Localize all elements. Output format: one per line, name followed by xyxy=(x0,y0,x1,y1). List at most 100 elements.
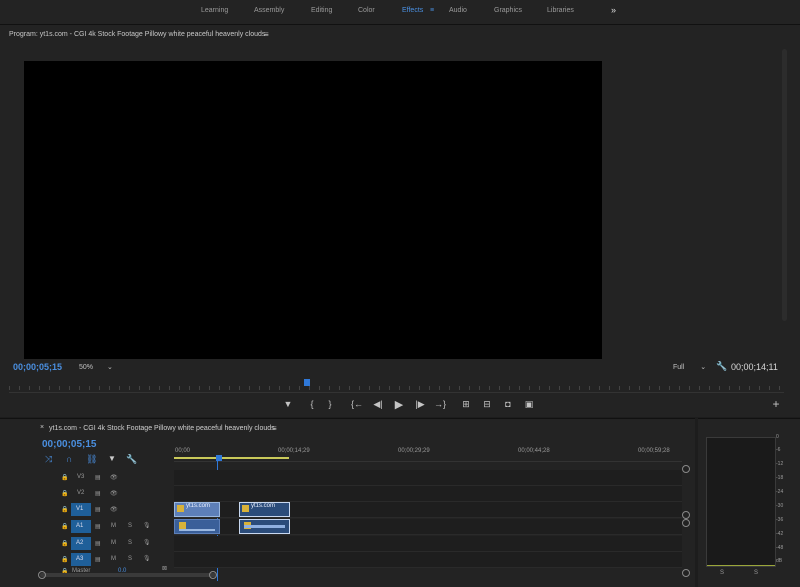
track-name[interactable]: V2 xyxy=(77,490,84,496)
lock-icon[interactable]: 🔒 xyxy=(61,540,68,547)
duration-timecode: 00;00;14;11 xyxy=(731,362,778,372)
microphone-icon[interactable]: 🎙 xyxy=(143,555,151,562)
mute-button[interactable]: M xyxy=(111,556,116,562)
eye-icon[interactable]: 👁 xyxy=(110,490,118,497)
scroll-start-handle[interactable] xyxy=(38,571,46,579)
add-marker-icon[interactable]: ▼ xyxy=(108,454,116,463)
sync-lock-icon[interactable]: ▤ xyxy=(95,523,101,530)
extract-button[interactable]: ⊟ xyxy=(481,398,493,410)
lock-icon[interactable]: 🔒 xyxy=(61,523,68,530)
mute-button[interactable]: M xyxy=(111,540,116,546)
tab-assembly[interactable]: Assembly xyxy=(254,7,284,14)
sync-lock-icon[interactable]: ▤ xyxy=(95,490,101,497)
solo-button[interactable]: S xyxy=(128,523,132,529)
sync-lock-icon[interactable]: ▤ xyxy=(95,474,101,481)
audio-meter xyxy=(706,437,776,567)
mute-button[interactable]: M xyxy=(111,523,116,529)
go-to-in-button[interactable]: {← xyxy=(351,398,363,410)
video-preview[interactable] xyxy=(24,61,602,359)
mark-in-button[interactable]: { xyxy=(306,398,318,410)
more-workspaces-button[interactable]: » xyxy=(611,5,616,15)
export-frame-button[interactable]: ◘ xyxy=(502,398,514,410)
track-header-a1: 🔒 A1 ▤ M S 🎙 xyxy=(0,519,172,534)
zoom-select[interactable]: 50% ⌄ xyxy=(79,363,113,371)
fx-badge-icon xyxy=(177,505,184,512)
meter-solo-left-button[interactable]: S xyxy=(720,570,724,576)
add-button[interactable]: + xyxy=(770,397,782,411)
track-zoom-handle[interactable] xyxy=(682,569,690,577)
program-monitor-title[interactable]: Program: yt1s.com - CGI 4k Stock Footage… xyxy=(9,31,265,38)
play-button[interactable]: ▶ xyxy=(393,398,405,411)
lock-icon[interactable]: 🔒 xyxy=(61,474,68,481)
tab-effects-menu-icon[interactable]: ≡ xyxy=(430,7,434,14)
tab-editing[interactable]: Editing xyxy=(311,7,332,14)
track-lane-v3[interactable] xyxy=(174,470,682,486)
sync-lock-icon[interactable]: ▤ xyxy=(95,540,101,547)
scrub-bar[interactable] xyxy=(9,386,784,393)
tab-effects[interactable]: Effects xyxy=(402,7,423,14)
linked-selection-icon[interactable]: ⛓ xyxy=(86,454,97,465)
track-name-a2[interactable]: A2 xyxy=(71,537,91,550)
track-header-v3: 🔒 V3 ▤ 👁 xyxy=(0,470,172,485)
timeline-scroll-icon[interactable]: ⊠ xyxy=(162,565,167,572)
source-patch-a1[interactable]: A1 xyxy=(71,520,91,533)
timeline-timecode[interactable]: 00;00;05;15 xyxy=(42,439,96,450)
track-zoom-handle[interactable] xyxy=(682,519,690,527)
tab-color[interactable]: Color xyxy=(358,7,375,14)
track-zoom-handle[interactable] xyxy=(682,511,690,519)
nest-toggle-icon[interactable]: ⤨ xyxy=(45,454,52,465)
audio-meter-panel: 0 -6 -12 -18 -24 -30 -36 -42 -48 dB S S xyxy=(698,418,800,587)
lock-icon[interactable]: 🔒 xyxy=(61,506,68,513)
close-sequence-button[interactable]: × xyxy=(40,424,44,431)
comparison-view-button[interactable]: ▣ xyxy=(523,398,535,410)
playhead-timecode[interactable]: 00;00;05;15 xyxy=(13,362,62,372)
scroll-end-handle[interactable] xyxy=(209,571,217,579)
lock-icon[interactable]: 🔒 xyxy=(61,556,68,563)
tab-libraries[interactable]: Libraries xyxy=(547,7,574,14)
timeline-ruler[interactable]: 00;00 00;00;14;29 00;00;29;29 00;00;44;2… xyxy=(174,445,682,462)
meter-level-bar xyxy=(707,565,775,566)
add-marker-button[interactable]: ▼ xyxy=(282,398,294,410)
eye-icon[interactable]: 👁 xyxy=(110,474,118,481)
track-name-a3[interactable]: A3 xyxy=(71,553,91,566)
wrench-icon[interactable]: 🔧 xyxy=(716,361,727,372)
track-lane-a2[interactable] xyxy=(174,536,682,552)
track-header-a3: 🔒 A3 ▤ M S 🎙 xyxy=(0,552,172,567)
video-clip[interactable]: yt1s.com xyxy=(174,502,220,517)
timeline-horizontal-scrollbar[interactable] xyxy=(40,573,216,577)
panel-scrollbar[interactable] xyxy=(782,49,787,321)
playhead-marker[interactable] xyxy=(304,379,310,386)
audio-clip[interactable] xyxy=(239,519,290,534)
quality-select[interactable]: Full ⌄ xyxy=(673,363,706,371)
meter-solo-right-button[interactable]: S xyxy=(754,570,758,576)
timeline-settings-icon[interactable]: 🔧 xyxy=(126,454,137,465)
tab-audio[interactable]: Audio xyxy=(449,7,467,14)
program-menu-icon[interactable]: ≡ xyxy=(264,30,269,39)
microphone-icon[interactable]: 🎙 xyxy=(143,539,151,546)
solo-button[interactable]: S xyxy=(128,556,132,562)
track-lane-a3[interactable] xyxy=(174,552,682,568)
source-patch-v1[interactable]: V1 xyxy=(71,503,91,516)
lift-button[interactable]: ⊞ xyxy=(460,398,472,410)
solo-button[interactable]: S xyxy=(128,540,132,546)
track-name[interactable]: V3 xyxy=(77,474,84,480)
sync-lock-icon[interactable]: ▤ xyxy=(95,556,101,563)
tab-learning[interactable]: Learning xyxy=(201,7,228,14)
go-to-out-button[interactable]: →} xyxy=(434,398,446,410)
ruler-label: 00;00;44;28 xyxy=(518,448,550,454)
audio-clip[interactable] xyxy=(174,519,220,534)
lock-icon[interactable]: 🔒 xyxy=(61,490,68,497)
sync-lock-icon[interactable]: ▤ xyxy=(95,506,101,513)
track-lane-v2[interactable] xyxy=(174,486,682,502)
snap-icon[interactable]: ∩ xyxy=(66,454,72,464)
track-zoom-handle[interactable] xyxy=(682,465,690,473)
mark-out-button[interactable]: } xyxy=(324,398,336,410)
sequence-menu-icon[interactable]: ≡ xyxy=(272,424,277,433)
sequence-title[interactable]: yt1s.com - CGI 4k Stock Footage Pillowy … xyxy=(49,425,275,432)
step-back-button[interactable]: ◀| xyxy=(372,398,384,410)
eye-icon[interactable]: 👁 xyxy=(110,506,118,513)
microphone-icon[interactable]: 🎙 xyxy=(143,522,151,529)
tab-graphics[interactable]: Graphics xyxy=(494,7,522,14)
step-forward-button[interactable]: |▶ xyxy=(414,398,426,410)
video-clip[interactable]: yt1s.com xyxy=(239,502,290,517)
